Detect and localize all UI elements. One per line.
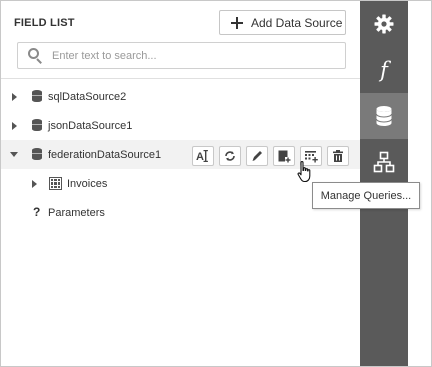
question-icon: ?: [33, 205, 41, 219]
function-icon: f: [380, 58, 388, 82]
plus-icon: [231, 16, 243, 29]
expand-arrow-icon[interactable]: [9, 121, 19, 131]
expand-arrow-icon[interactable]: [29, 179, 39, 189]
add-data-source-button[interactable]: Add Data Source: [219, 10, 346, 35]
search-input[interactable]: [52, 49, 332, 62]
database-icon: [32, 148, 42, 161]
add-query-button[interactable]: [273, 146, 295, 166]
functions-tab-button[interactable]: f: [360, 47, 408, 93]
panel-header: FIELD LIST Add Data Source: [1, 1, 360, 79]
manage-queries-tooltip: Manage Queries...: [312, 182, 420, 209]
hierarchy-icon: [373, 151, 395, 173]
database-icon: [376, 106, 392, 126]
database-icon: [32, 119, 42, 132]
add-data-source-label: Add Data Source: [251, 15, 343, 30]
search-icon: [28, 47, 44, 64]
tree-item-label: sqlDataSource2: [48, 90, 127, 103]
tree-item-sqldatasource2[interactable]: sqlDataSource2: [1, 82, 360, 111]
tree-item-label: Invoices: [67, 177, 108, 190]
tree-item-parameters[interactable]: ? Parameters: [1, 198, 360, 227]
delete-icon: [333, 150, 343, 162]
rename-button[interactable]: A: [192, 146, 214, 166]
expand-arrow-icon[interactable]: [9, 92, 19, 102]
hand-cursor-icon: [297, 161, 311, 183]
edit-icon: [252, 151, 262, 161]
collapse-arrow-icon[interactable]: [9, 150, 19, 160]
refresh-icon: [225, 151, 235, 161]
rename-icon: A: [196, 150, 208, 163]
delete-button[interactable]: [327, 146, 349, 166]
table-icon: [49, 177, 62, 190]
database-icon: [32, 90, 42, 103]
tree-item-jsondatasource1[interactable]: jsonDataSource1: [1, 111, 360, 140]
refresh-button[interactable]: [219, 146, 241, 166]
report-explorer-tab-button[interactable]: [360, 139, 408, 185]
svg-text:A: A: [196, 151, 204, 163]
tree-item-label: Parameters: [48, 206, 105, 219]
edit-button[interactable]: [246, 146, 268, 166]
search-box: [17, 42, 346, 69]
gear-icon: [374, 14, 394, 34]
settings-tab-button[interactable]: [360, 1, 408, 47]
add-query-icon: [278, 150, 291, 163]
panel-title: FIELD LIST: [14, 17, 75, 29]
tree-item-label: jsonDataSource1: [48, 119, 133, 132]
field-list-tab-button[interactable]: [360, 93, 408, 139]
tree-item-label: federationDataSource1: [48, 148, 162, 161]
